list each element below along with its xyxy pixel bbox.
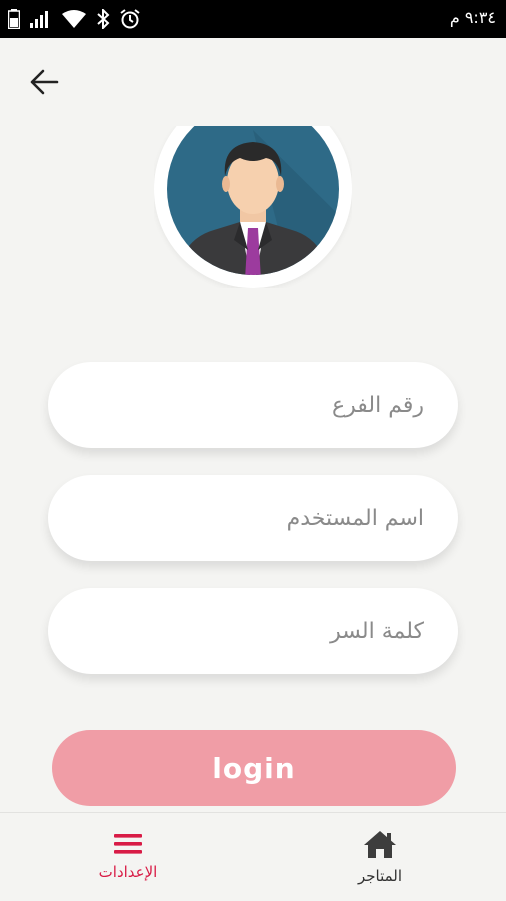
back-button[interactable] bbox=[24, 62, 64, 102]
username-field[interactable] bbox=[48, 475, 458, 561]
nav-item-stores[interactable]: المتاجر bbox=[300, 813, 460, 901]
nav-settings-label: الإعدادات bbox=[98, 863, 158, 881]
username-input[interactable] bbox=[48, 475, 424, 561]
user-avatar-icon bbox=[167, 126, 339, 275]
battery-icon bbox=[8, 9, 20, 29]
bottom-nav: الإعدادات المتاجر bbox=[0, 812, 506, 900]
nav-stores-label: المتاجر bbox=[357, 867, 403, 885]
branch-number-field[interactable] bbox=[48, 362, 458, 448]
avatar-ring bbox=[154, 126, 352, 288]
avatar bbox=[154, 126, 352, 288]
status-icons bbox=[8, 6, 140, 32]
password-field[interactable] bbox=[48, 588, 458, 674]
menu-icon bbox=[114, 834, 142, 854]
status-time: ٩:٣٤ م bbox=[449, 8, 496, 27]
alarm-icon bbox=[120, 9, 140, 29]
home-icon bbox=[364, 831, 396, 858]
signal-icon bbox=[30, 11, 48, 28]
bluetooth-icon bbox=[97, 9, 110, 29]
arrow-left-icon bbox=[30, 69, 59, 95]
password-input[interactable] bbox=[48, 588, 424, 674]
login-button[interactable]: login bbox=[52, 730, 456, 806]
nav-item-settings[interactable]: الإعدادات bbox=[48, 813, 208, 901]
wifi-icon bbox=[62, 10, 86, 28]
status-bar: ٩:٣٤ م bbox=[0, 0, 506, 38]
branch-number-input[interactable] bbox=[48, 362, 424, 448]
